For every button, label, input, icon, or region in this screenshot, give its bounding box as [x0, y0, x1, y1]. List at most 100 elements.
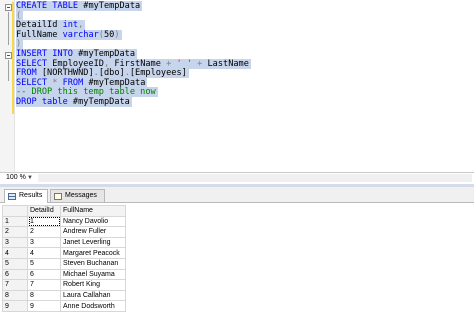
fold-line: [8, 60, 9, 81]
code-token: SELECT: [16, 77, 53, 88]
tab-results[interactable]: Results: [4, 189, 48, 203]
code-token: DetailId: [16, 20, 63, 31]
cell-fullname[interactable]: Steven Buchanan: [60, 257, 126, 270]
code-token: DROP table: [16, 96, 73, 107]
tab-messages-label: Messages: [65, 192, 97, 199]
editor-gutter: [0, 0, 15, 172]
horizontal-scrollbar[interactable]: [38, 174, 472, 182]
code-token: +: [166, 58, 177, 69]
code-line[interactable]: DROP table #myTempData: [16, 96, 251, 108]
code-token: FirstName: [114, 58, 167, 69]
selected-code: DROP table #myTempData: [16, 96, 132, 107]
code-token: #myTempData: [72, 96, 130, 107]
code-token: 50: [103, 29, 115, 40]
results-tabstrip: Results Messages: [0, 187, 474, 203]
table-row[interactable]: 7 7 Robert King: [2, 279, 126, 291]
selected-code: SELECT * FROM #myTempData: [16, 77, 148, 88]
cell-detailid[interactable]: 6: [27, 268, 61, 281]
table-row[interactable]: 8 8 Laura Callahan: [2, 289, 126, 302]
selected-code: -- DROP this temp table now: [16, 87, 158, 98]
table-row[interactable]: 9 9 Anne Dodsworth: [2, 300, 126, 312]
cell-detailid[interactable]: 8: [27, 289, 61, 302]
selected-code: FullName varchar(50): [16, 29, 122, 40]
tab-results-label: Results: [19, 192, 43, 199]
editor-status-strip: 100 % ▼: [0, 172, 474, 184]
row-header[interactable]: 4: [2, 247, 28, 259]
row-header[interactable]: 7: [2, 279, 28, 291]
table-row[interactable]: 5 5 Steven Buchanan: [2, 257, 126, 270]
code-token: +: [191, 58, 208, 69]
table-row[interactable]: 4 4 Margaret Peacock: [2, 247, 126, 259]
cell-detailid[interactable]: 5: [27, 257, 61, 270]
collapse-icon[interactable]: [5, 4, 12, 11]
code-token: CREATE TABLE: [16, 1, 84, 11]
selected-code: SELECT EmployeeID, FirstName + ' ' + Las…: [16, 58, 251, 69]
code-token: FROM: [16, 68, 42, 79]
code-token: LastName: [207, 58, 249, 69]
code-token: ,: [103, 58, 115, 69]
cell-fullname[interactable]: Robert King: [60, 279, 126, 291]
table-row[interactable]: 6 6 Michael Suyama: [2, 268, 126, 281]
selected-code: CREATE TABLE #myTempData: [16, 1, 143, 11]
row-header[interactable]: 6: [2, 268, 28, 281]
changed-lines-marker: [12, 2, 14, 114]
cell-fullname[interactable]: Nancy Davolio: [60, 215, 126, 228]
collapse-icon[interactable]: [5, 52, 12, 59]
grid-header-row: DetailId FullName: [2, 205, 126, 217]
code-token: FROM: [62, 77, 89, 88]
cell-fullname[interactable]: Michael Suyama: [60, 268, 126, 281]
code-token: *: [52, 77, 63, 88]
cell-fullname[interactable]: Janet Leverling: [60, 236, 126, 249]
code-token: #myTempData: [78, 48, 136, 59]
row-header[interactable]: 9: [2, 300, 28, 312]
selected-code: (: [16, 10, 24, 21]
cell-detailid[interactable]: 1: [27, 215, 61, 228]
cell-fullname[interactable]: Laura Callahan: [60, 289, 126, 302]
results-grid[interactable]: DetailId FullName 1 1 Nancy Davolio 2 2 …: [2, 205, 126, 312]
row-header[interactable]: 1: [2, 215, 28, 228]
cell-fullname[interactable]: Margaret Peacock: [60, 247, 126, 259]
sql-code[interactable]: CREATE TABLE #myTempData(DetailId int, Fu…: [16, 1, 251, 108]
cell-fullname[interactable]: Andrew Fuller: [60, 226, 126, 238]
code-token: ' ': [176, 58, 192, 69]
table-row[interactable]: 1 1 Nancy Davolio: [2, 215, 126, 228]
cell-detailid[interactable]: 3: [27, 236, 61, 249]
row-header[interactable]: 3: [2, 236, 28, 249]
code-line[interactable]: CREATE TABLE #myTempData: [16, 1, 251, 12]
cell-detailid[interactable]: 4: [27, 247, 61, 259]
grid-corner[interactable]: [2, 205, 28, 217]
table-row[interactable]: 2 2 Andrew Fuller: [2, 226, 126, 238]
code-token: [NORTHWND]: [41, 68, 94, 79]
query-editor[interactable]: CREATE TABLE #myTempData(DetailId int, Fu…: [0, 0, 474, 172]
code-token: -- DROP this temp table now: [16, 87, 156, 98]
code-token: FullName: [16, 29, 63, 40]
code-token: EmployeeID: [52, 58, 104, 69]
code-token: ,: [78, 20, 84, 31]
code-token: (: [16, 10, 22, 21]
zoom-level[interactable]: 100 %: [6, 174, 26, 181]
cell-detailid[interactable]: 7: [27, 279, 61, 291]
fold-line: [8, 12, 9, 45]
table-row[interactable]: 3 3 Janet Leverling: [2, 236, 126, 249]
code-token: #myTempData: [83, 1, 141, 11]
code-token: #myTempData: [88, 77, 146, 88]
code-token: ): [16, 39, 22, 50]
code-line[interactable]: FullName varchar(50): [16, 29, 251, 41]
messages-icon: [54, 193, 62, 200]
tab-messages[interactable]: Messages: [50, 189, 105, 202]
column-header[interactable]: FullName: [60, 205, 126, 217]
cell-fullname[interactable]: Anne Dodsworth: [60, 300, 126, 312]
cell-detailid[interactable]: 9: [27, 300, 61, 312]
code-token: varchar: [62, 29, 99, 40]
cell-detailid[interactable]: 2: [27, 226, 61, 238]
selected-code: INSERT INTO #myTempData: [16, 48, 138, 59]
column-header[interactable]: DetailId: [27, 205, 61, 217]
code-token: ): [114, 29, 120, 40]
row-header[interactable]: 2: [2, 226, 28, 238]
zoom-dropdown-icon[interactable]: ▼: [27, 175, 33, 181]
row-header[interactable]: 8: [2, 289, 28, 302]
selected-code: ): [16, 39, 24, 50]
code-token: int: [62, 20, 79, 31]
selected-code: DetailId int,: [16, 20, 86, 31]
row-header[interactable]: 5: [2, 257, 28, 270]
